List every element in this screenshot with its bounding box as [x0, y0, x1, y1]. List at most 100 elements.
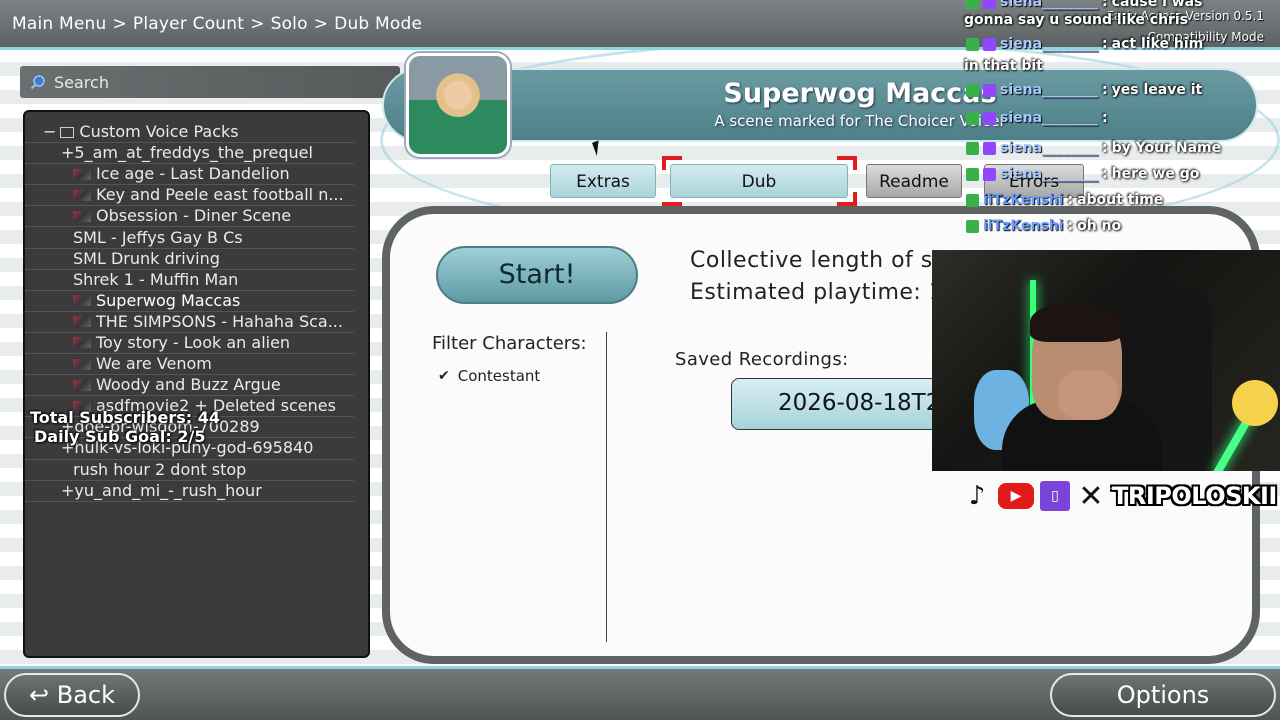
tree-item[interactable]: Obsession - Diner Scene — [25, 206, 354, 228]
chat-message: iiTzKenshi: about time — [966, 192, 1163, 208]
webcam-feed — [932, 250, 1280, 471]
tree-item-label: Ice age - Last Dandelion — [96, 164, 290, 184]
chat-text: act like him — [1111, 36, 1204, 52]
sub-badge-icon — [983, 141, 996, 155]
chat-message: siena________: by Your Name — [966, 140, 1221, 156]
chat-username[interactable]: siena________ — [1000, 166, 1098, 182]
search-icon — [30, 75, 45, 90]
mod-badge-icon — [966, 167, 979, 181]
start-button[interactable]: Start! — [436, 246, 638, 304]
breadcrumb-solo[interactable]: Solo — [271, 14, 308, 34]
breadcrumb-main-menu[interactable]: Main Menu — [12, 14, 106, 34]
tree-root-label: Custom Voice Packs — [79, 122, 239, 142]
tree-item[interactable]: Toy story - Look an alien — [25, 332, 354, 355]
tree-item-label: Obsession - Diner Scene — [96, 206, 292, 226]
tree-item[interactable]: Superwog Maccas — [25, 291, 354, 312]
tab-extras[interactable]: Extras — [550, 164, 656, 198]
pack-thumbnail-icon — [73, 189, 91, 201]
chat-username[interactable]: siena________ — [1000, 82, 1098, 98]
pack-thumbnail-icon — [73, 379, 91, 391]
emoji-plush — [1232, 380, 1278, 426]
panel-divider — [606, 332, 607, 642]
folder-icon — [60, 126, 75, 138]
tree-root-custom-voice-packs[interactable]: − Custom Voice Packs — [25, 122, 354, 144]
tree-item[interactable]: SML - Jeffys Gay B Cs — [25, 227, 354, 249]
mod-badge-icon — [966, 111, 979, 125]
chat-username[interactable]: siena________ — [1000, 110, 1098, 126]
collective-length-text: Collective length of s — [690, 248, 933, 273]
breadcrumb-sep: > — [250, 14, 265, 34]
back-arrow-icon: ↩ — [28, 681, 57, 709]
pack-thumbnail-icon — [73, 168, 91, 180]
tab-dub[interactable]: Dub — [670, 164, 848, 198]
tree-item-label: yu_and_mi_-_rush_hour — [74, 480, 262, 500]
selection-corner — [853, 192, 857, 206]
subscriber-overlay: Total Subscribers: 44 Daily Sub Goal: 2/… — [30, 408, 220, 446]
search-placeholder: Search — [54, 72, 109, 92]
filter-item-contestant[interactable]: ✔ Contestant — [438, 367, 540, 385]
voice-pack-tree[interactable]: − Custom Voice Packs +5_am_at_freddys_th… — [23, 110, 370, 658]
chat-text: about time — [1077, 192, 1164, 208]
chat-username[interactable]: siena________ — [1000, 36, 1098, 52]
chat-separator: : — [1102, 110, 1108, 126]
tree-items: +5_am_at_freddys_the_prequel Ice age - La… — [25, 143, 368, 502]
social-links: ♪ ▶ ▯ ✕ TRIPOLOSKII — [962, 479, 1278, 514]
sub-badge-icon — [983, 167, 996, 181]
breadcrumb-player-count[interactable]: Player Count — [133, 14, 244, 34]
chat-username[interactable]: siena________ — [1000, 140, 1098, 156]
back-button[interactable]: ↩ Back — [4, 673, 140, 717]
expand-icon[interactable]: + — [61, 481, 74, 501]
tree-item-label: Toy story - Look an alien — [96, 332, 291, 352]
tree-item[interactable]: We are Venom — [25, 354, 354, 376]
chat-separator: : — [1102, 166, 1108, 182]
chat-separator: : — [1067, 192, 1074, 208]
mod-badge-icon — [966, 37, 979, 51]
checkmark-icon: ✔ — [438, 368, 450, 384]
chat-text: gonna say u sound like chris — [964, 12, 1189, 28]
tree-item[interactable]: Shrek 1 - Muffin Man — [25, 270, 354, 291]
chat-message: siena________: act like him — [966, 36, 1203, 52]
options-button[interactable]: Options — [1050, 673, 1276, 717]
tree-item[interactable]: rush hour 2 dont stop — [25, 460, 354, 481]
filter-item-label: Contestant — [457, 367, 541, 385]
collapse-icon[interactable]: − — [43, 122, 56, 142]
chat-separator: : — [1102, 82, 1108, 98]
tree-item[interactable]: Woody and Buzz Argue — [25, 375, 354, 397]
social-handle: TRIPOLOSKII — [1112, 482, 1277, 510]
tiktok-icon: ♪ — [968, 481, 986, 511]
chat-separator: : — [1102, 0, 1108, 10]
tree-item[interactable]: Ice age - Last Dandelion — [25, 164, 354, 186]
chat-message: siena________: here we go — [966, 166, 1199, 182]
tree-item-label: 5_am_at_freddys_the_prequel — [74, 143, 313, 163]
back-label: Back — [56, 681, 115, 709]
tree-item[interactable]: +5_am_at_freddys_the_prequel — [25, 143, 354, 165]
tree-item[interactable]: THE SIMPSONS - Hahaha Sca... — [25, 312, 354, 333]
mod-badge-icon — [966, 0, 979, 9]
chat-username[interactable]: iiTzKenshi — [983, 192, 1063, 208]
tree-item[interactable]: Key and Peele east football n... — [25, 185, 354, 207]
chat-username[interactable]: iiTzKenshi — [983, 218, 1063, 234]
tree-item-label: Superwog Maccas — [96, 290, 241, 310]
chat-separator: : — [1102, 36, 1108, 52]
breadcrumb-dub-mode[interactable]: Dub Mode — [334, 14, 422, 34]
search-input[interactable]: Search — [20, 66, 400, 98]
chat-message: iiTzKenshi: oh no — [966, 218, 1121, 234]
tree-item[interactable]: SML Drunk driving — [25, 249, 354, 270]
expand-icon[interactable]: + — [61, 143, 74, 163]
tab-readme[interactable]: Readme — [866, 164, 962, 198]
chat-text: here we go — [1111, 166, 1200, 182]
chat-separator: : — [1102, 140, 1108, 156]
total-subscribers: Total Subscribers: 44 — [30, 408, 220, 427]
saved-recordings-title: Saved Recordings: — [675, 349, 849, 370]
sub-badge-icon — [983, 111, 996, 125]
tree-item[interactable]: + yu_and_mi_-_rush_hour — [25, 481, 354, 502]
chat-text: by Your Name — [1111, 140, 1222, 156]
selection-corner — [853, 156, 857, 170]
pack-thumbnail-icon — [73, 210, 91, 222]
twitch-icon: ▯ — [1040, 481, 1070, 511]
youtube-icon: ▶ — [998, 483, 1034, 509]
chat-text: cause i was — [1111, 0, 1203, 10]
chat-message: siena________: yes leave it — [966, 82, 1202, 98]
sub-badge-icon — [983, 37, 996, 51]
chat-username[interactable]: siena________ — [1000, 0, 1098, 10]
